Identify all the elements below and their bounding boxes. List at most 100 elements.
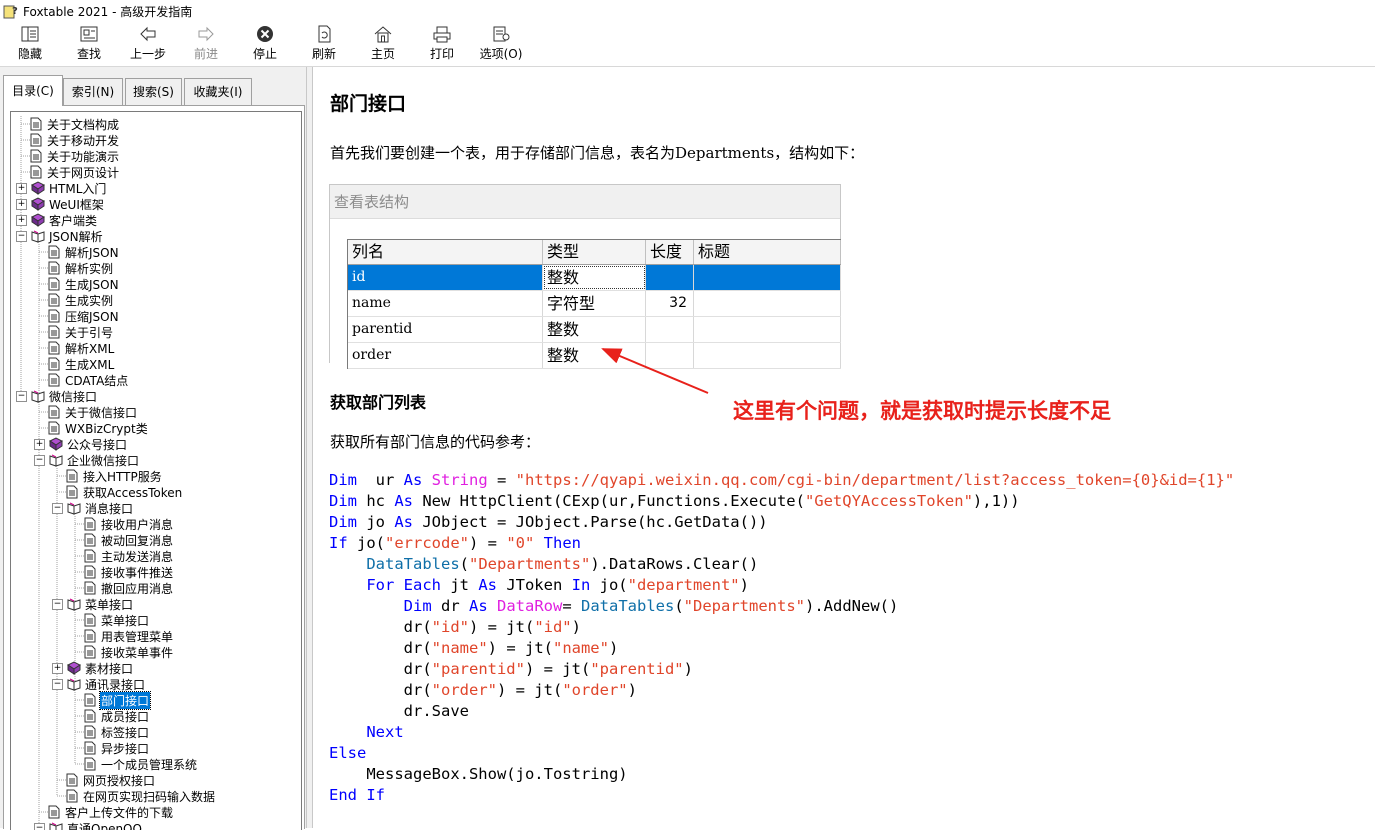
- tree-item[interactable]: 撤回应用消息: [70, 580, 174, 596]
- tree-item[interactable]: 关于文档构成: [16, 116, 120, 132]
- tree-item[interactable]: 解析XML: [34, 340, 115, 356]
- code-token: "GetQYAccessToken": [805, 492, 973, 510]
- tree-item[interactable]: 接收菜单事件: [70, 644, 174, 660]
- tree-item[interactable]: 获取AccessToken: [52, 484, 183, 500]
- toolbar-button[interactable]: 选项(O): [476, 24, 526, 64]
- page-icon: [47, 421, 61, 435]
- tree-item[interactable]: − 企业微信接口: [34, 452, 140, 468]
- tree-item[interactable]: 主动发送消息: [70, 548, 174, 564]
- tree-item[interactable]: +WeUI框架: [16, 196, 105, 212]
- code-line: dr.Save: [329, 701, 1234, 722]
- code-token: In: [572, 576, 591, 594]
- code-token: ): [572, 618, 581, 636]
- code-token: As: [394, 513, 413, 531]
- tree-item[interactable]: 部门接口: [70, 692, 150, 708]
- tree-item[interactable]: 客户上传文件的下载: [34, 804, 174, 820]
- collapse-icon[interactable]: −: [16, 231, 27, 242]
- tree-item[interactable]: 压缩JSON: [34, 308, 120, 324]
- toolbar-button[interactable]: 查找: [64, 24, 114, 64]
- code-token: =: [488, 471, 516, 489]
- grid-cell: name: [348, 291, 543, 316]
- collapse-icon[interactable]: −: [52, 599, 63, 610]
- tree-item[interactable]: 生成JSON: [34, 276, 120, 292]
- page-icon: [29, 133, 43, 147]
- tree-item[interactable]: WXBizCrypt类: [34, 420, 149, 436]
- collapse-icon[interactable]: −: [16, 391, 27, 402]
- options-icon: [476, 25, 526, 43]
- tree-item[interactable]: 解析实例: [34, 260, 114, 276]
- open-book-icon: [67, 597, 81, 611]
- page-icon: [47, 309, 61, 323]
- tab-search[interactable]: 搜索(S): [125, 78, 182, 105]
- tree-item[interactable]: 接收用户消息: [70, 516, 174, 532]
- tree-item[interactable]: CDATA结点: [34, 372, 129, 388]
- tree-item[interactable]: +公众号接口: [34, 436, 128, 452]
- toolbar-button[interactable]: 打印: [417, 24, 467, 64]
- toolbar-button[interactable]: 隐藏: [5, 24, 55, 64]
- tree-item-label: 获取AccessToken: [82, 484, 183, 501]
- tree-item[interactable]: 接入HTTP服务: [52, 468, 163, 484]
- page-icon: [65, 469, 79, 483]
- tree-item[interactable]: −直通OpenQQ: [34, 820, 143, 830]
- tree-item[interactable]: 菜单接口: [70, 612, 150, 628]
- tab-contents[interactable]: 目录(C): [3, 75, 63, 106]
- tree-item[interactable]: 在网页实现扫码输入数据: [52, 788, 216, 804]
- tree-item[interactable]: −微信接口: [16, 388, 98, 404]
- closed-book-icon: [49, 437, 63, 451]
- tree-item[interactable]: 解析JSON: [34, 244, 120, 260]
- tree-item[interactable]: 关于移动开发: [16, 132, 120, 148]
- tree-item[interactable]: 生成实例: [34, 292, 114, 308]
- pane-splitter[interactable]: [306, 67, 313, 828]
- tree-item[interactable]: 关于网页设计: [16, 164, 120, 180]
- tree-item[interactable]: 用表管理菜单: [70, 628, 174, 644]
- expand-icon[interactable]: +: [34, 439, 45, 450]
- tree-item-label: 关于移动开发: [46, 132, 120, 149]
- tree-item[interactable]: 标签接口: [70, 724, 150, 740]
- expand-icon[interactable]: +: [52, 663, 63, 674]
- code-token: "id": [432, 618, 469, 636]
- tree-item[interactable]: 异步接口: [70, 740, 150, 756]
- tree-item[interactable]: 网页授权接口: [52, 772, 156, 788]
- screenshot-caption: 查看表结构: [334, 191, 409, 212]
- refresh-icon: [299, 25, 349, 43]
- tree-item[interactable]: −菜单接口: [52, 596, 134, 612]
- toolbar-button[interactable]: 停止: [240, 24, 290, 64]
- expand-icon[interactable]: +: [16, 215, 27, 226]
- tree-item-label: 主动发送消息: [100, 548, 174, 565]
- collapse-icon[interactable]: −: [52, 679, 63, 690]
- tab-index[interactable]: 索引(N): [63, 78, 123, 105]
- toolbar-button[interactable]: 主页: [358, 24, 408, 64]
- toolbar-button[interactable]: 上一步: [123, 24, 173, 64]
- tree-item-label: 接收菜单事件: [100, 644, 174, 661]
- page-icon: [65, 485, 79, 499]
- tree-item[interactable]: 关于功能演示: [16, 148, 120, 164]
- toolbar-button[interactable]: 刷新: [299, 24, 349, 64]
- tree-item-label: 企业微信接口: [66, 452, 140, 469]
- code-token: "errcode": [385, 534, 469, 552]
- tree-item[interactable]: 成员接口: [70, 708, 150, 724]
- tree-item[interactable]: 被动回复消息: [70, 532, 174, 548]
- tree-item[interactable]: 关于引号: [34, 324, 114, 340]
- collapse-icon[interactable]: −: [34, 455, 45, 466]
- title-bar: ? Foxtable 2021 - 高级开发指南: [0, 0, 1375, 22]
- tab-favorites[interactable]: 收藏夹(I): [184, 78, 252, 105]
- expand-icon[interactable]: +: [16, 199, 27, 210]
- tree-item[interactable]: −消息接口: [52, 500, 134, 516]
- tree-item[interactable]: 接收事件推送: [70, 564, 174, 580]
- code-token: "order": [562, 681, 627, 699]
- closed-book-icon: [31, 197, 45, 211]
- collapse-icon[interactable]: −: [52, 503, 63, 514]
- tree-item[interactable]: −通讯录接口: [52, 676, 146, 692]
- tree-item[interactable]: 关于微信接口: [34, 404, 138, 420]
- tree-item[interactable]: +素材接口: [52, 660, 134, 676]
- tree-item[interactable]: 一个成员管理系统: [70, 756, 198, 772]
- code-token: "id": [534, 618, 571, 636]
- code-line: End If: [329, 785, 1234, 806]
- tree-item[interactable]: 生成XML: [34, 356, 115, 372]
- tree-item[interactable]: −JSON解析: [16, 228, 104, 244]
- tree-item-label: 接入HTTP服务: [82, 468, 163, 485]
- expand-icon[interactable]: +: [16, 183, 27, 194]
- tree-item[interactable]: +HTML入门: [16, 180, 107, 196]
- tree-item[interactable]: +客户端类: [16, 212, 98, 228]
- collapse-icon[interactable]: −: [34, 823, 45, 830]
